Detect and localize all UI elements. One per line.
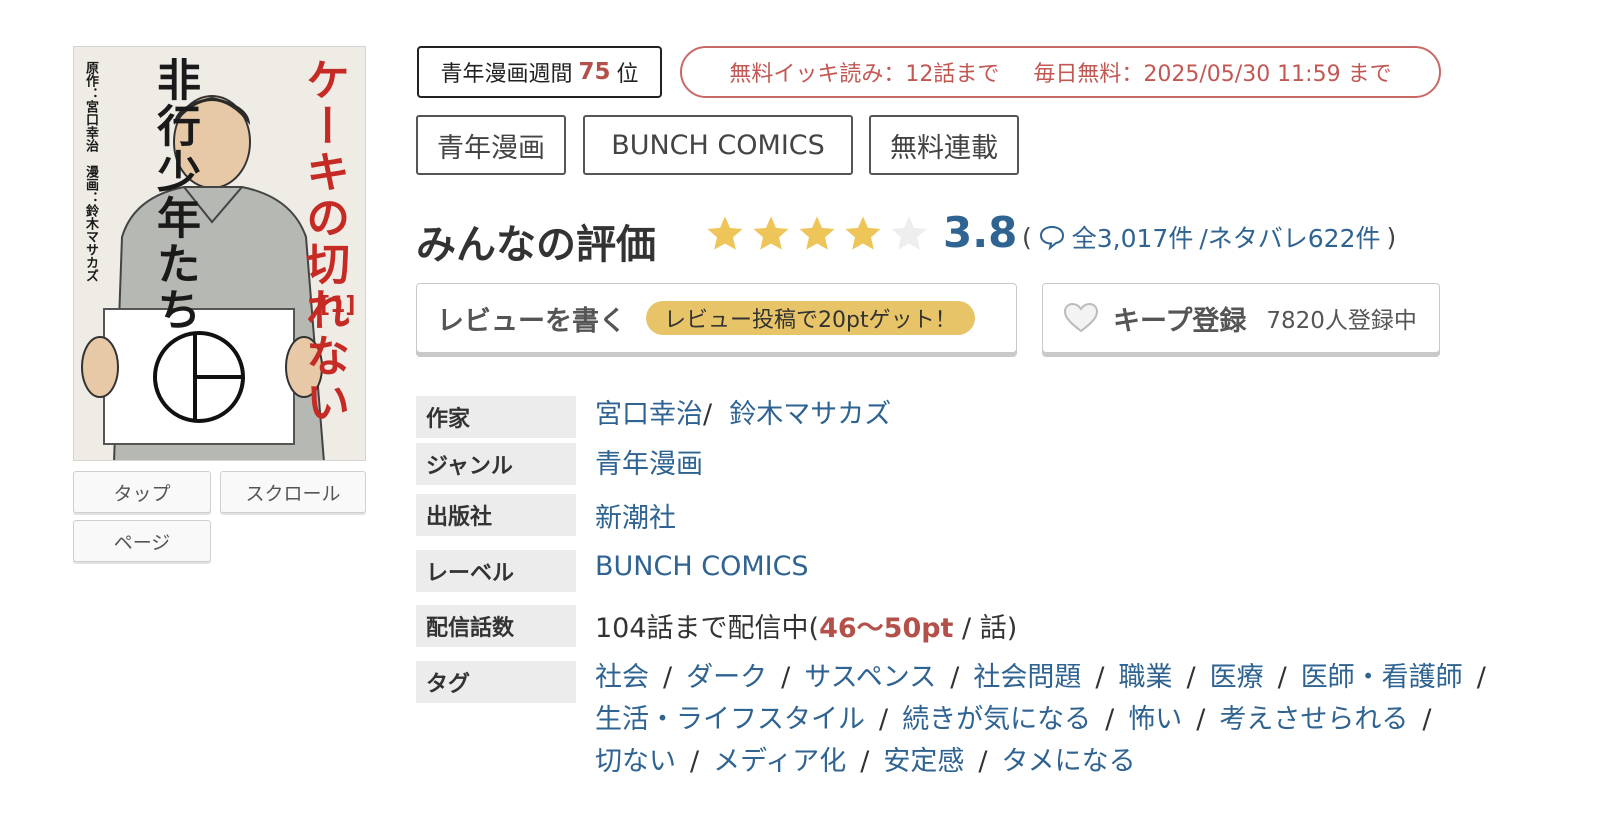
tag-link[interactable]: 社会 [595, 662, 649, 693]
write-review-label: レビューを書く [437, 305, 626, 337]
author-separator: / [703, 399, 713, 430]
tag-button-free-serial[interactable]: 無料連載 [869, 115, 1019, 175]
star-full-icon [845, 216, 881, 250]
review-counts: ( 全3,017件 /ネタバレ622件 ) [1022, 219, 1396, 255]
close-paren: ) [1386, 222, 1397, 252]
cover-title-red: ケーキの切れない [298, 57, 349, 425]
tag-link[interactable]: 怖い [1128, 704, 1182, 735]
imprint-link[interactable]: BUNCH COMICS [595, 551, 809, 582]
open-paren: ( [1022, 222, 1032, 252]
tag-list: 社会 / ダーク / サスペンス / 社会問題 / 職業 / 医療 / 医師・看護師 / 生活・ライフスタ… [595, 662, 1486, 777]
book-cover[interactable]: 原作：宮口幸治 漫画：鈴木マサカズ 非行少年たち ケーキの切れない [1] [73, 46, 366, 461]
tag-link[interactable]: 続きが気になる [902, 704, 1091, 735]
episodes-price: 46〜50pt [819, 613, 954, 644]
tag-link[interactable]: タメになる [1001, 746, 1135, 777]
ranking-label: 青年漫画週間 [440, 62, 573, 87]
ranking-suffix: 位 [616, 62, 639, 87]
star-full-icon [799, 216, 835, 250]
imprint-label: レーベル [416, 550, 576, 592]
heart-icon [1063, 302, 1099, 333]
ranking-badge[interactable]: 青年漫画週間 75 位 [417, 46, 662, 98]
author-link-2[interactable]: 鈴木マサカズ [729, 399, 891, 430]
tag-link[interactable]: 生活・ライフスタイル [595, 704, 865, 735]
genre-label: ジャンル [416, 443, 576, 485]
tag-button-seinen[interactable]: 青年漫画 [416, 115, 566, 175]
cover-title-black: 非行少年たち [149, 57, 200, 333]
view-mode-page-button[interactable]: ページ [73, 520, 211, 562]
all-reviews-link[interactable]: 全3,017件 [1072, 219, 1194, 255]
author-link-1[interactable]: 宮口幸治 [595, 399, 703, 430]
tag-link[interactable]: ダーク [686, 662, 767, 693]
ranking-number: 75 [578, 59, 611, 85]
publisher-label: 出版社 [416, 494, 576, 536]
tag-button-bunch-comics[interactable]: BUNCH COMICS [583, 115, 853, 175]
spoiler-reviews-link[interactable]: /ネタバレ622件 [1199, 219, 1380, 255]
tags-label: タグ [416, 661, 576, 703]
write-review-button[interactable]: レビューを書く レビュー投稿で20ptゲット！ [416, 283, 1017, 353]
tag-link[interactable]: 切ない [595, 746, 676, 777]
author-label: 作家 [416, 396, 576, 438]
star-full-icon [753, 216, 789, 250]
tag-link[interactable]: 考えさせられる [1219, 704, 1408, 735]
keep-button[interactable]: キープ登録 7820人登録中 [1042, 283, 1440, 353]
review-bonus-badge: レビュー投稿で20ptゲット！ [646, 301, 975, 335]
tag-link[interactable]: 医師・看護師 [1301, 662, 1463, 693]
genre-link[interactable]: 青年漫画 [595, 449, 703, 480]
keep-count: 7820人登録中 [1266, 308, 1417, 334]
free-campaign-badge: 無料イッキ読み：12話まで 毎日無料：2025/05/30 11:59 まで [680, 46, 1441, 98]
episodes-label: 配信話数 [416, 605, 576, 647]
tag-link[interactable]: 医療 [1210, 662, 1264, 693]
view-mode-tap-button[interactable]: タップ [73, 471, 211, 513]
keep-label: キープ登録 [1113, 305, 1247, 337]
tag-link[interactable]: 社会問題 [973, 662, 1081, 693]
rating-stars [705, 213, 929, 253]
episodes-text: 104話まで配信中( [595, 613, 820, 644]
free-daily-text: 毎日無料：2025/05/30 11:59 まで [1033, 62, 1392, 87]
free-binge-text: 無料イッキ読み：12話まで [729, 62, 1000, 87]
tag-link[interactable]: メディア化 [713, 746, 846, 777]
speech-bubble-icon [1039, 225, 1064, 250]
tag-link[interactable]: 安定感 [883, 746, 964, 777]
tag-link[interactable]: 職業 [1118, 662, 1172, 693]
rating-score: 3.8 [943, 208, 1018, 257]
cover-volume: [1] [320, 293, 356, 318]
star-empty-icon [891, 216, 927, 250]
tag-link[interactable]: サスペンス [804, 662, 936, 693]
episodes-suffix: / 話) [953, 613, 1018, 644]
star-full-icon [707, 216, 743, 250]
author-values: 宮口幸治/ 鈴木マサカズ [595, 392, 891, 431]
cover-credits: 原作：宮口幸治 漫画：鈴木マサカズ [83, 61, 98, 282]
episodes-value: 104話まで配信中(46〜50pt / 話) [595, 606, 1017, 645]
view-mode-scroll-button[interactable]: スクロール [220, 471, 366, 513]
rating-label: みんなの評価 [416, 222, 656, 268]
publisher-link[interactable]: 新潮社 [595, 503, 676, 534]
